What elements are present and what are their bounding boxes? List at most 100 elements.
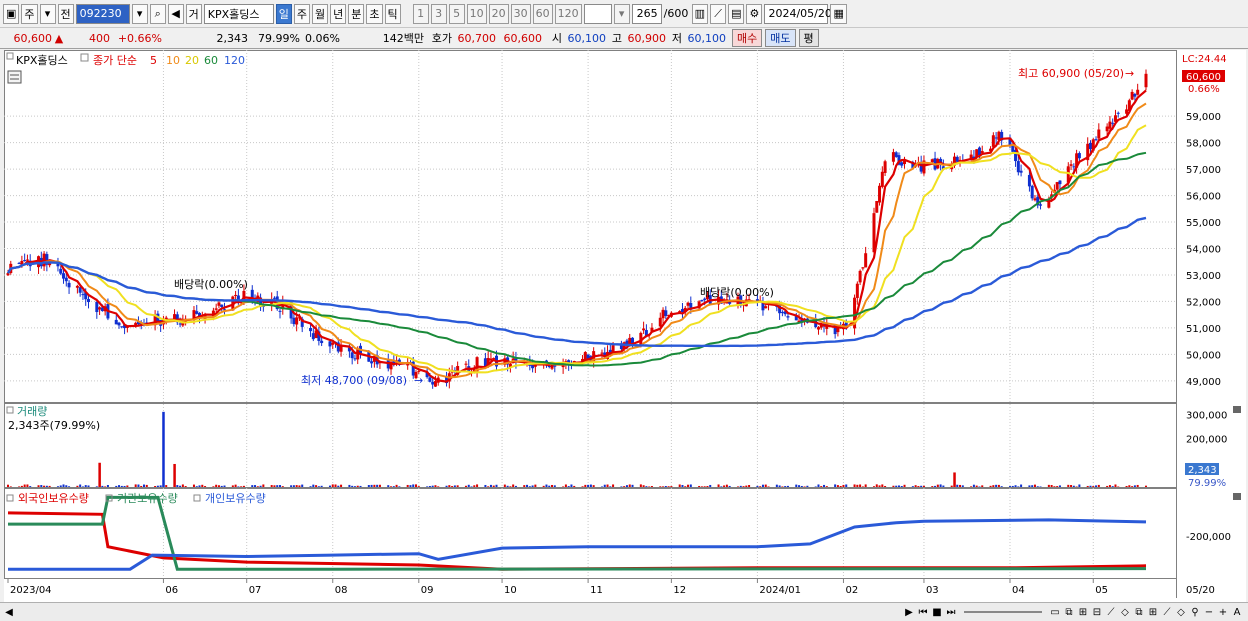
volume-bar — [814, 486, 817, 487]
scroll-left-icon[interactable]: ◀ — [2, 605, 16, 619]
volume-bar — [198, 485, 201, 487]
volume-bar — [659, 486, 662, 487]
quote-amount: 142백만 — [382, 32, 424, 45]
draw-tool-icon[interactable]: ⟋ — [710, 3, 727, 24]
custom-period-input[interactable] — [583, 3, 612, 24]
draw-arc-icon[interactable]: ◇ — [1174, 605, 1188, 619]
holdings-close-icon[interactable] — [1233, 493, 1241, 500]
candle-body — [433, 381, 437, 387]
candle-body — [295, 317, 299, 325]
volume-bar — [65, 485, 68, 487]
volume-bar — [1058, 485, 1061, 487]
chart-area[interactable]: 49,000 50,000 51,000 52,000 53,000 54,000 55,0… — [4, 50, 1246, 602]
code-input[interactable]: 092230 — [75, 3, 130, 24]
volume-bar — [700, 486, 703, 487]
speaker-icon[interactable]: ◀ — [167, 3, 184, 24]
candle-body — [67, 282, 71, 288]
prev-button[interactable]: 전 — [57, 3, 74, 24]
volume-bar — [786, 485, 789, 487]
candle-body — [428, 377, 432, 382]
volume-bar — [603, 484, 606, 487]
volume-bar — [104, 486, 107, 487]
candle-body — [272, 297, 276, 299]
layout-grid-icon[interactable]: ⊟ — [1090, 605, 1104, 619]
zoom-out-icon[interactable]: − — [1202, 605, 1216, 619]
mult-10[interactable]: 10 — [466, 3, 487, 24]
volume-bar — [156, 485, 159, 487]
zoom-slider[interactable] — [964, 611, 1042, 613]
buy-button[interactable]: 매수 — [732, 29, 763, 47]
volume-bar — [931, 486, 934, 487]
period-week[interactable]: 주 — [293, 3, 311, 24]
volume-bar — [292, 485, 295, 487]
volume-bar — [650, 486, 653, 487]
volume-bar — [470, 486, 473, 487]
period-year[interactable]: 년 — [330, 3, 347, 24]
candle-body — [1069, 164, 1073, 166]
zoom-icon[interactable]: ⚲ — [1188, 605, 1202, 619]
draw-shape-icon[interactable]: ◇ — [1118, 605, 1132, 619]
gear-icon[interactable]: ⚙ — [746, 3, 763, 24]
mult-1[interactable]: 1 — [412, 3, 429, 24]
first-icon[interactable]: ⏮ — [916, 605, 930, 619]
price-tick-label: 49,000 — [1186, 377, 1221, 388]
sell-button[interactable]: 매도 — [765, 29, 796, 47]
candle-body — [1058, 180, 1062, 185]
text-size-icon[interactable]: A — [1230, 605, 1244, 619]
volume-close-icon[interactable] — [1233, 406, 1241, 413]
price-tick-label: 57,000 — [1186, 165, 1221, 176]
trade-button[interactable]: 거 — [185, 3, 202, 24]
volume-bar — [1028, 485, 1031, 487]
layout-split-icon[interactable]: ⊞ — [1076, 605, 1090, 619]
mult-5[interactable]: 5 — [448, 3, 465, 24]
custom-period-dropdown-icon[interactable]: ▾ — [613, 3, 630, 24]
market-dropdown-icon[interactable]: ▾ — [39, 3, 56, 24]
time-tick-label: 09 — [421, 585, 434, 596]
stock-name-field[interactable]: KPX홀딩스 — [203, 3, 274, 24]
quote-change-pct: +0.66% — [117, 31, 162, 45]
mult-30[interactable]: 30 — [510, 3, 531, 24]
calculator-icon[interactable] — [7, 70, 22, 84]
last-icon[interactable]: ⏭ — [944, 605, 958, 619]
volume-bar — [1008, 486, 1011, 487]
draw-fib-icon[interactable]: ⊞ — [1146, 605, 1160, 619]
count-input[interactable]: 265 — [631, 3, 662, 24]
candle-type-icon[interactable]: ▥ — [691, 3, 709, 24]
code-dropdown-icon[interactable]: ▾ — [131, 3, 148, 24]
candle-body — [1130, 91, 1134, 100]
period-minute[interactable]: 분 — [348, 3, 365, 24]
calendar-icon[interactable]: ▦ — [830, 3, 847, 24]
candle-body — [386, 360, 390, 369]
volume-bar — [367, 485, 370, 487]
candle-body — [25, 259, 29, 261]
mult-120[interactable]: 120 — [554, 3, 582, 24]
chart-svg[interactable]: 49,000 50,000 51,000 52,000 53,000 54,000 55,0… — [4, 50, 1246, 602]
period-second[interactable]: 초 — [366, 3, 383, 24]
period-tick[interactable]: 틱 — [384, 3, 401, 24]
date-input[interactable]: 2024/05/20 — [764, 3, 832, 24]
search-icon[interactable]: ⌕ — [149, 3, 166, 24]
period-month[interactable]: 월 — [312, 3, 329, 24]
volume-bar — [662, 486, 665, 487]
mult-20[interactable]: 20 — [488, 3, 509, 24]
layout-icon[interactable]: ▣ — [3, 3, 20, 24]
avg-button[interactable]: 평 — [798, 29, 819, 47]
scroll-right-icon[interactable]: ▶ — [902, 605, 916, 619]
layout-single-icon[interactable]: ▭ — [1048, 605, 1062, 619]
draw-text-icon[interactable]: ⧉ — [1132, 605, 1146, 619]
volume-bar — [212, 486, 215, 487]
market-select[interactable]: 주 — [21, 3, 38, 24]
volume-bar — [409, 485, 412, 487]
stop-icon[interactable]: ■ — [930, 605, 944, 619]
mult-60[interactable]: 60 — [532, 3, 553, 24]
period-day[interactable]: 일 — [275, 3, 292, 24]
volume-bar — [609, 486, 612, 487]
zoom-in-icon[interactable]: + — [1216, 605, 1230, 619]
quote-low: 60,100 — [687, 31, 727, 45]
candle-body — [891, 152, 895, 162]
mult-3[interactable]: 3 — [430, 3, 447, 24]
save-icon[interactable]: ▤ — [728, 3, 745, 24]
draw-line-icon[interactable]: ⟋ — [1104, 605, 1118, 619]
layout-compare-icon[interactable]: ⧉ — [1062, 605, 1076, 619]
draw-cycle-icon[interactable]: ⟋ — [1160, 605, 1174, 619]
